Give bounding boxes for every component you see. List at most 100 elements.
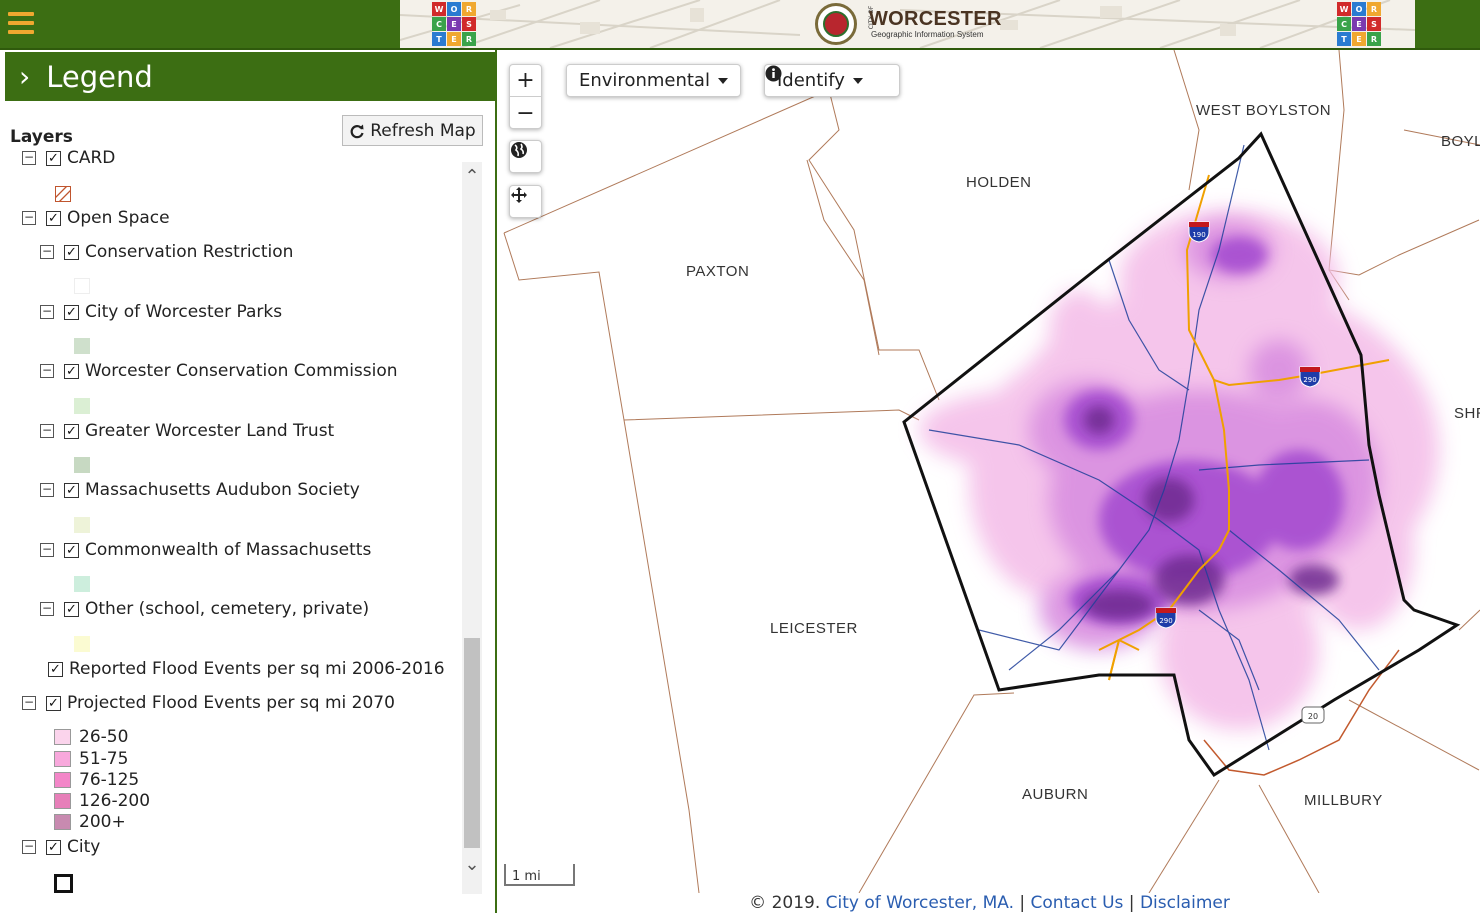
contact-us-link[interactable]: Contact Us — [1031, 893, 1124, 913]
collapse-toggle-icon[interactable]: − — [40, 483, 54, 497]
svg-text:20: 20 — [1308, 712, 1318, 721]
flood-class-item: 26-50 — [54, 727, 128, 747]
land-trust-swatch — [74, 457, 90, 473]
layer-commonwealth-checkbox[interactable]: ✓ — [64, 542, 79, 558]
layer-reported-flood: ✓ Reported Flood Events per sq mi 2006-2… — [48, 659, 445, 679]
wctr-logo-tile: O — [447, 2, 461, 16]
svg-text:290: 290 — [1303, 376, 1316, 384]
scroll-down-icon[interactable]: ⌄ — [462, 854, 482, 878]
layer-land-trust: − ✓ Greater Worcester Land Trust — [40, 421, 334, 441]
environmental-dropdown[interactable]: Environmental — [566, 64, 741, 97]
disclaimer-link[interactable]: Disclaimer — [1140, 893, 1230, 913]
layer-card-label: CARD — [67, 148, 116, 168]
flood-class-label: 26-50 — [79, 727, 129, 747]
layer-land-trust-checkbox[interactable]: ✓ — [64, 423, 79, 439]
zoom-out-button[interactable]: − — [510, 97, 541, 129]
legend-title: Legend — [46, 59, 153, 94]
layer-city-checkbox[interactable]: ✓ — [46, 839, 61, 855]
layer-reported-flood-checkbox[interactable]: ✓ — [48, 661, 63, 677]
layer-conservation-commission-checkbox[interactable]: ✓ — [64, 363, 79, 379]
collapse-toggle-icon[interactable]: − — [22, 151, 36, 165]
town-label-paxton: PAXTON — [686, 263, 750, 280]
collapse-toggle-icon[interactable]: − — [22, 211, 36, 225]
flood-class-label: 76-125 — [79, 770, 140, 790]
layer-audubon-label: Massachusetts Audubon Society — [85, 480, 360, 500]
layer-projected-flood-checkbox[interactable]: ✓ — [46, 695, 61, 711]
layer-city: − ✓ City — [22, 837, 100, 857]
layer-open-space-checkbox[interactable]: ✓ — [46, 210, 61, 226]
wctr-logo-left: WORCESTER — [432, 2, 478, 48]
flood-class-swatch — [54, 751, 71, 767]
card-hatch-swatch — [55, 186, 71, 202]
legend-scrollbar[interactable]: ⌃ ⌄ — [462, 162, 482, 894]
town-label-shrewsbury: SHR — [1454, 405, 1480, 422]
brand-subtitle: Geographic Information System — [871, 30, 984, 39]
layer-audubon-checkbox[interactable]: ✓ — [64, 482, 79, 498]
town-label-boylston: BOYL — [1441, 133, 1480, 150]
layer-open-space-label: Open Space — [67, 208, 170, 228]
town-label-holden: HOLDEN — [966, 174, 1032, 191]
collapse-toggle-icon[interactable]: − — [40, 305, 54, 319]
layer-land-trust-label: Greater Worcester Land Trust — [85, 421, 335, 441]
wctr-logo-tile: S — [1367, 17, 1381, 31]
flood-class-swatch — [54, 814, 71, 830]
environmental-dropdown-label: Environmental — [579, 70, 710, 91]
wctr-logo-tile: E — [1352, 32, 1366, 46]
pan-button[interactable] — [509, 185, 542, 218]
layer-commonwealth: − ✓ Commonwealth of Massachusetts — [40, 540, 371, 560]
collapse-toggle-icon[interactable]: − — [40, 424, 54, 438]
layer-projected-flood: − ✓ Projected Flood Events per sq mi 207… — [22, 693, 395, 713]
brand-title: WORCESTER — [869, 8, 1002, 30]
layer-card-checkbox[interactable]: ✓ — [46, 150, 61, 166]
layer-conservation-restriction-checkbox[interactable]: ✓ — [64, 244, 79, 260]
wctr-logo-tile: T — [1337, 32, 1351, 46]
map-canvas[interactable]: 190 290 290 20 WEST BOYLSTON BOYL HOLDEN… — [499, 50, 1480, 893]
hamburger-icon[interactable] — [8, 12, 34, 36]
other-swatch — [74, 636, 90, 652]
town-label-leicester: LEICESTER — [770, 620, 858, 637]
conservation-commission-swatch — [74, 398, 90, 414]
wctr-logo-tile: O — [1352, 2, 1366, 16]
layer-commonwealth-label: Commonwealth of Massachusetts — [85, 540, 372, 560]
identify-dropdown[interactable]: Identify — [764, 64, 900, 97]
collapse-toggle-icon[interactable]: − — [22, 696, 36, 710]
zoom-in-button[interactable]: + — [510, 65, 541, 97]
pan-arrows-icon — [511, 187, 527, 203]
flood-class-label: 51-75 — [79, 749, 129, 769]
layer-other-checkbox[interactable]: ✓ — [64, 601, 79, 617]
scroll-up-icon[interactable]: ⌃ — [462, 166, 482, 190]
layer-city-parks-checkbox[interactable]: ✓ — [64, 304, 79, 320]
refresh-map-label: Refresh Map — [370, 120, 476, 141]
app-header: WORCESTER CITY OF WORCESTER Geographic I… — [0, 0, 1480, 50]
wctr-logo-tile: W — [432, 2, 446, 16]
collapse-toggle-icon[interactable]: − — [40, 245, 54, 259]
collapse-toggle-icon[interactable]: − — [40, 543, 54, 557]
layer-tree: − ✓ CARD − ✓ Open Space − ✓ Conservation… — [0, 146, 460, 906]
legend-panel: › Legend Layers Refresh Map − ✓ CARD − ✓… — [0, 50, 497, 913]
wctr-logo-tile: R — [1367, 2, 1381, 16]
wctr-logo-tile: T — [432, 32, 446, 46]
refresh-icon — [350, 124, 364, 138]
refresh-map-button[interactable]: Refresh Map — [342, 115, 483, 146]
flood-class-item: 200+ — [54, 812, 126, 832]
brand-banner: WORCESTER CITY OF WORCESTER Geographic I… — [400, 0, 1415, 48]
layers-label: Layers — [10, 127, 73, 147]
legend-header[interactable]: › Legend — [5, 52, 497, 101]
collapse-toggle-icon[interactable]: − — [22, 840, 36, 854]
town-label-millbury: MILLBURY — [1304, 792, 1383, 809]
caret-down-icon — [717, 77, 728, 84]
city-seal-logo — [815, 3, 857, 45]
collapse-toggle-icon[interactable]: − — [40, 602, 54, 616]
identify-dropdown-label: Identify — [777, 70, 845, 91]
city-link[interactable]: City of Worcester, MA. — [826, 893, 1014, 913]
globe-icon — [511, 142, 527, 158]
layer-conservation-restriction: − ✓ Conservation Restriction — [40, 242, 293, 262]
full-extent-button[interactable] — [509, 140, 542, 173]
collapse-toggle-icon[interactable]: − — [40, 364, 54, 378]
scrollbar-thumb[interactable] — [464, 638, 480, 848]
flood-class-item: 76-125 — [54, 770, 139, 790]
audubon-swatch — [74, 517, 90, 533]
svg-text:190: 190 — [1192, 231, 1205, 239]
wctr-logo-tile: R — [1367, 32, 1381, 46]
flood-class-item: 126-200 — [54, 791, 150, 811]
